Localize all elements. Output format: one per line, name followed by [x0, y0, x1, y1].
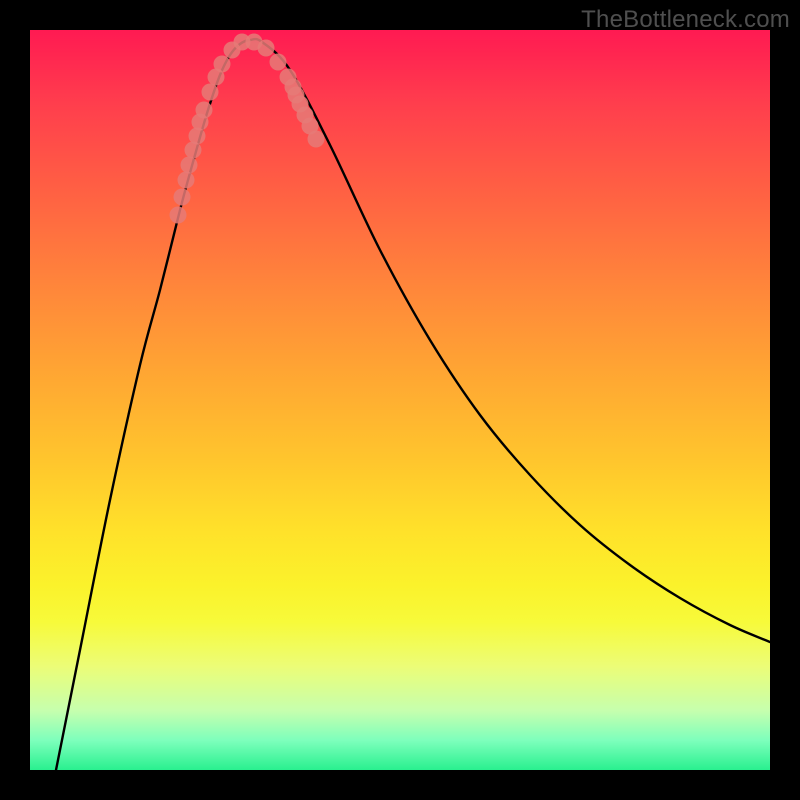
highlight-dot	[181, 157, 198, 174]
v-curve-path	[56, 39, 770, 770]
highlight-dot	[174, 189, 191, 206]
highlight-dot	[202, 84, 219, 101]
highlight-dot	[189, 128, 206, 145]
highlight-dot	[214, 56, 231, 73]
highlight-dot	[196, 102, 213, 119]
chart-frame: TheBottleneck.com	[0, 0, 800, 800]
highlight-dot	[308, 131, 325, 148]
highlight-dot	[270, 54, 287, 71]
highlight-dots-group	[170, 34, 325, 224]
chart-svg	[30, 30, 770, 770]
highlight-dot	[170, 207, 187, 224]
highlight-dot	[258, 40, 275, 57]
highlight-dot	[178, 172, 195, 189]
